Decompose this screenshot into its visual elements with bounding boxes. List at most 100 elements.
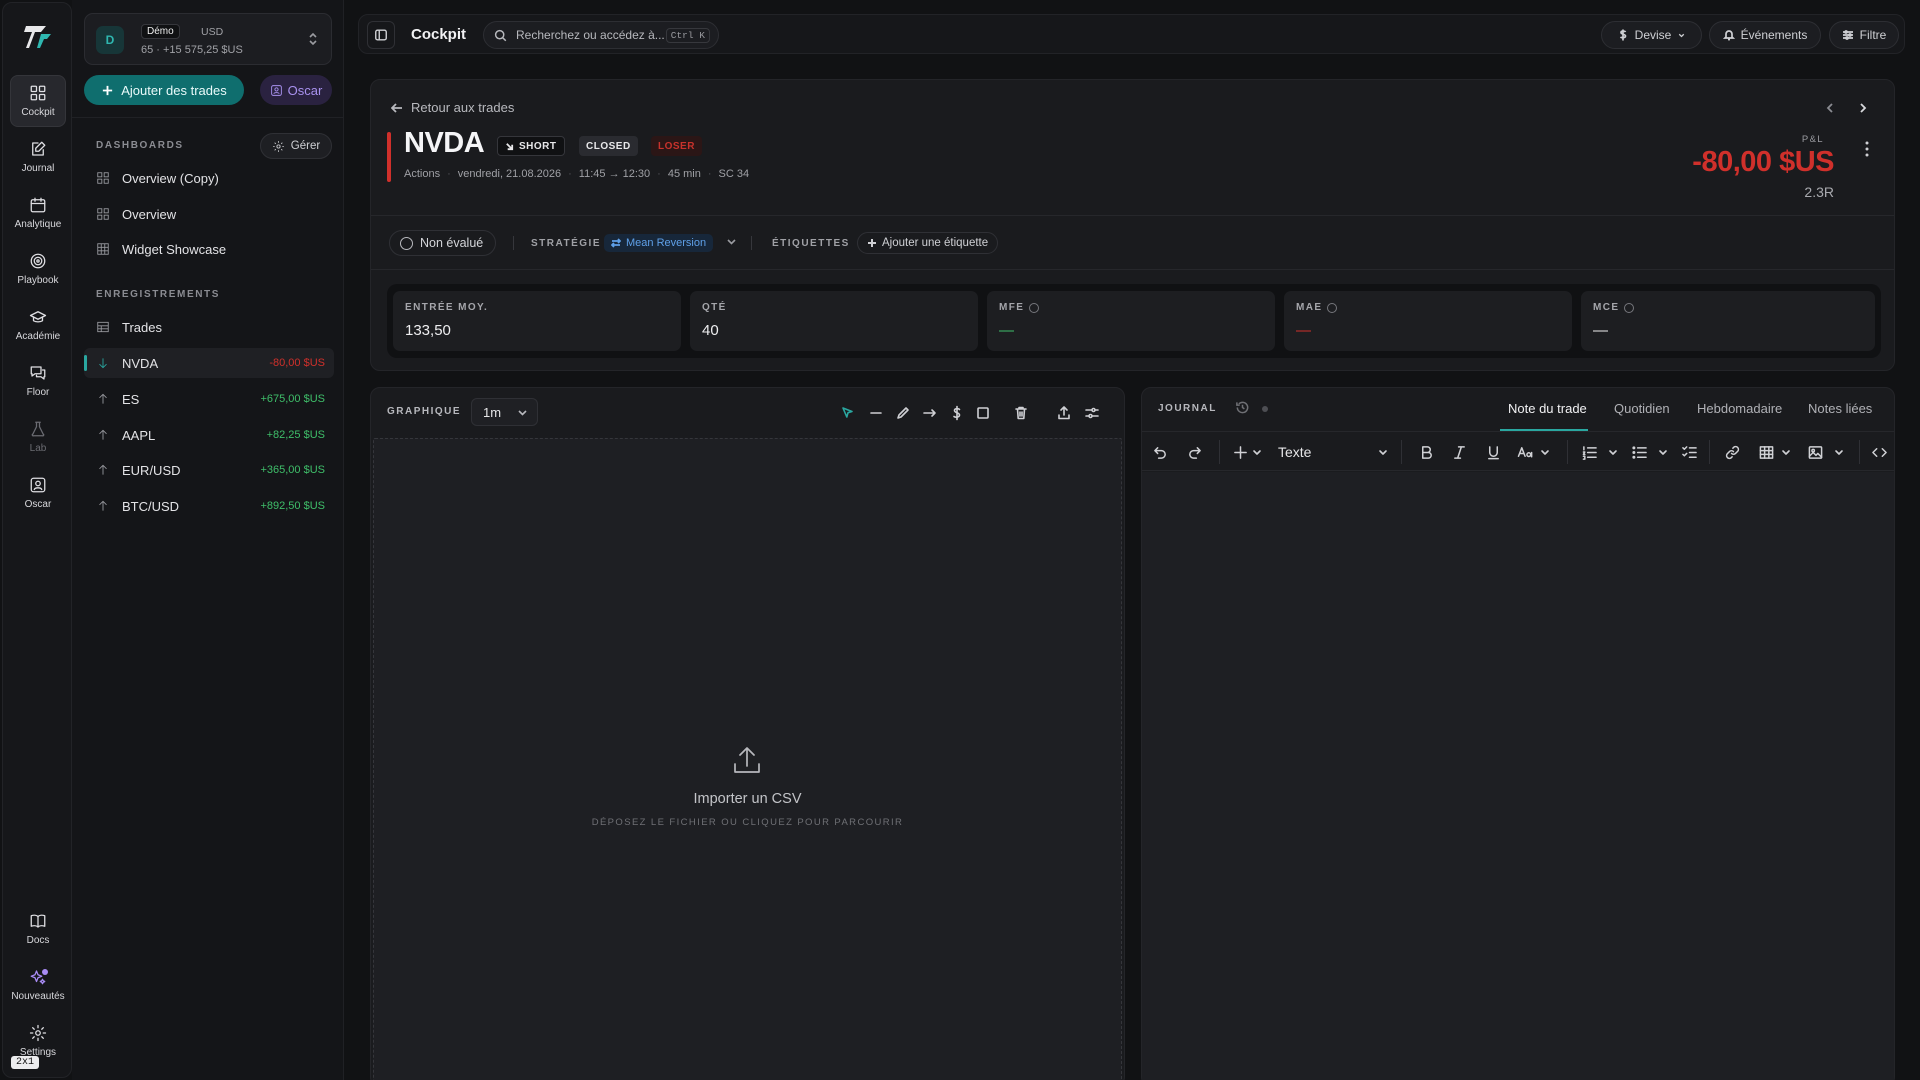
add-tag-button[interactable]: Ajouter une étiquette xyxy=(857,232,999,254)
stat-label: ENTRÉE MOY. xyxy=(405,302,489,313)
save-status-dot xyxy=(1262,406,1268,412)
plus-icon xyxy=(103,85,113,95)
stat-entry-avg: ENTRÉE MOY. 133,50 xyxy=(393,291,681,351)
info-icon[interactable] xyxy=(1624,302,1635,313)
info-icon[interactable] xyxy=(1327,302,1338,313)
history-icon[interactable] xyxy=(1235,400,1250,415)
records-item-trades[interactable]: Trades xyxy=(84,312,334,342)
record-item-eurusd[interactable]: EUR/USD +365,00 $US xyxy=(84,455,334,485)
chevron-down-icon[interactable] xyxy=(1378,445,1388,460)
search-input[interactable]: Recherchez ou accédez à... Ctrl K xyxy=(483,21,719,49)
record-pl: +82,25 $US xyxy=(266,429,325,441)
events-button[interactable]: Événements xyxy=(1709,21,1821,49)
meta-separator: · xyxy=(447,168,451,180)
cursor-tool-icon[interactable] xyxy=(840,405,856,421)
journal-edit-icon xyxy=(32,141,46,156)
rail-item-nouveautes[interactable]: Nouveautés xyxy=(10,959,66,1011)
ordered-list-icon[interactable] xyxy=(1582,445,1597,460)
pencil-tool-icon[interactable] xyxy=(895,405,911,421)
record-item-nvda[interactable]: NVDA -80,00 $US xyxy=(84,348,334,378)
chevron-down-icon[interactable] xyxy=(1834,445,1844,460)
tab-trade-note[interactable]: Note du trade xyxy=(1508,401,1587,416)
rail-item-playbook[interactable]: Playbook xyxy=(10,243,66,295)
chevron-down-icon[interactable] xyxy=(1781,445,1791,460)
dashboard-item-overview-copy[interactable]: Overview (Copy) xyxy=(84,163,334,193)
undo-icon[interactable] xyxy=(1153,445,1168,460)
arrow-up-icon xyxy=(99,464,107,475)
price-tool-icon[interactable] xyxy=(949,405,965,421)
add-trades-button[interactable]: Ajouter des trades xyxy=(84,75,244,105)
insert-plus-icon[interactable] xyxy=(1233,445,1248,460)
underline-icon[interactable] xyxy=(1486,445,1501,460)
bold-icon[interactable] xyxy=(1419,445,1434,460)
dashboard-item-overview[interactable]: Overview xyxy=(84,199,334,229)
chevron-down-icon[interactable] xyxy=(1608,445,1618,460)
strategy-chip[interactable]: Mean Reversion xyxy=(604,234,714,252)
code-view-icon[interactable] xyxy=(1872,445,1887,460)
rail-item-journal[interactable]: Journal xyxy=(10,131,66,183)
italic-icon[interactable] xyxy=(1452,445,1467,460)
more-options-icon[interactable] xyxy=(1865,140,1869,158)
filter-button[interactable]: Filtre xyxy=(1829,21,1899,49)
rectangle-tool-icon[interactable] xyxy=(975,405,991,421)
graduation-cap-icon xyxy=(29,311,47,323)
sidebar-toggle-button[interactable] xyxy=(367,21,395,49)
trash-icon[interactable] xyxy=(1013,405,1029,421)
tab-linked-notes[interactable]: Notes liées xyxy=(1808,401,1872,416)
back-label: Retour aux trades xyxy=(411,100,515,115)
next-trade-chevron-icon[interactable] xyxy=(1857,102,1869,114)
block-type-value[interactable]: Texte xyxy=(1278,444,1311,460)
redo-icon[interactable] xyxy=(1187,445,1202,460)
tab-weekly[interactable]: Hebdomadaire xyxy=(1697,401,1782,416)
divider xyxy=(371,215,1894,216)
manage-dashboards-button[interactable]: Gérer xyxy=(260,133,332,159)
book-icon xyxy=(30,914,46,928)
divider xyxy=(371,269,1894,270)
record-pl: +892,50 $US xyxy=(260,500,325,512)
export-icon[interactable] xyxy=(1056,405,1072,421)
oscar-button[interactable]: Oscar xyxy=(260,75,332,105)
currency-button[interactable]: Devise xyxy=(1601,21,1702,49)
chart-settings-icon[interactable] xyxy=(1084,405,1100,421)
record-pl: -80,00 $US xyxy=(269,357,325,369)
record-item-btcusd[interactable]: BTC/USD +892,50 $US xyxy=(84,491,334,521)
csv-dropzone[interactable]: Importer un CSV DÉPOSEZ LE FICHIER OU CL… xyxy=(373,438,1122,1080)
back-to-trades-link[interactable]: Retour aux trades xyxy=(391,100,514,115)
rail-label: Analytique xyxy=(14,219,62,230)
rail-label: Cockpit xyxy=(21,107,55,118)
rail-item-oscar[interactable]: Oscar xyxy=(10,467,66,519)
rail-item-lab[interactable]: Lab xyxy=(10,411,66,463)
chevron-down-icon[interactable] xyxy=(1658,445,1668,460)
arrow-right-tool-icon[interactable] xyxy=(922,405,938,421)
bullet-list-icon[interactable] xyxy=(1632,445,1647,460)
rail-item-analytique[interactable]: Analytique xyxy=(10,187,66,239)
checklist-icon[interactable] xyxy=(1682,445,1697,460)
rail-item-floor[interactable]: Floor xyxy=(10,355,66,407)
chevron-down-icon[interactable] xyxy=(727,239,736,245)
journal-editor[interactable] xyxy=(1142,472,1894,1080)
dashboard-item-widget-showcase[interactable]: Widget Showcase xyxy=(84,234,334,264)
rail-item-docs[interactable]: Docs xyxy=(10,903,66,955)
image-icon[interactable] xyxy=(1808,445,1823,460)
rail-item-academie[interactable]: Académie xyxy=(10,299,66,351)
account-mode-badge: Démo xyxy=(141,24,180,39)
info-icon[interactable] xyxy=(1029,302,1040,313)
table-icon[interactable] xyxy=(1759,445,1774,460)
record-item-es[interactable]: ES +675,00 $US xyxy=(84,384,334,414)
chevron-down-icon[interactable] xyxy=(1252,445,1262,460)
record-item-aapl[interactable]: AAPL +82,25 $US xyxy=(84,420,334,450)
search-shortcut: Ctrl K xyxy=(665,28,710,43)
font-size-icon[interactable] xyxy=(1517,445,1535,460)
stat-value: — xyxy=(1593,322,1608,339)
evaluation-button[interactable]: Non évalué xyxy=(389,230,497,256)
app-logo-icon[interactable] xyxy=(23,21,55,53)
top-bar: Cockpit Recherchez ou accédez à... Ctrl … xyxy=(358,14,1905,54)
previous-trade-chevron-icon[interactable] xyxy=(1824,102,1836,114)
tab-daily[interactable]: Quotidien xyxy=(1614,401,1670,416)
timeframe-select[interactable]: 1m xyxy=(471,398,538,426)
rail-item-cockpit[interactable]: Cockpit xyxy=(10,75,66,127)
account-switcher[interactable]: D Démo USD 65 · +15 575,25 $US xyxy=(84,13,332,65)
chevron-down-icon[interactable] xyxy=(1540,445,1550,460)
horizontal-line-tool-icon[interactable] xyxy=(868,405,884,421)
link-icon[interactable] xyxy=(1725,445,1740,460)
